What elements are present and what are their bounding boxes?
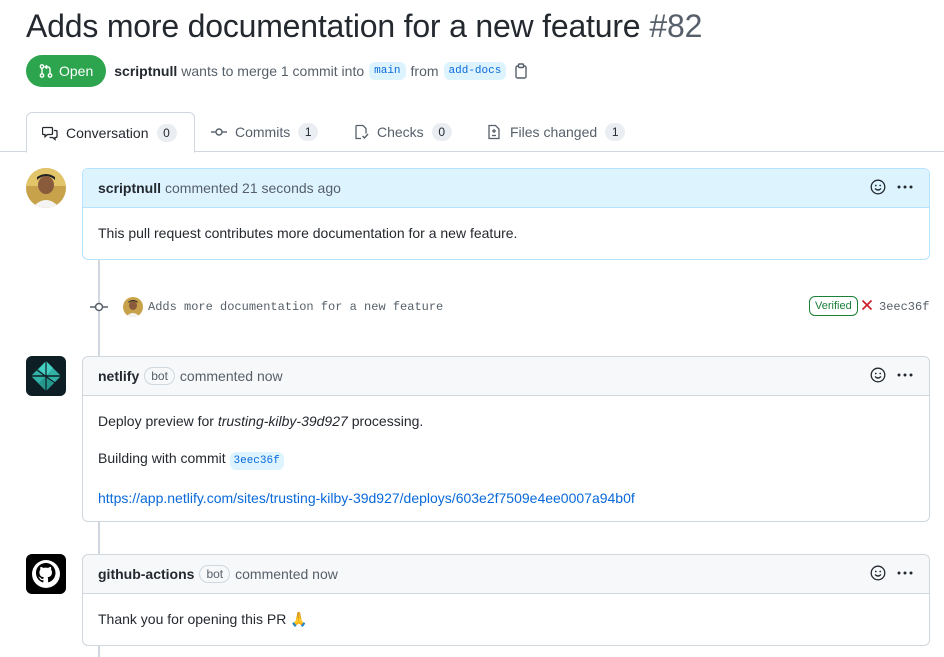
comment-body: Thank you for opening this PR 🙏 — [83, 594, 929, 644]
tab-checks[interactable]: Checks 0 — [353, 112, 452, 152]
comment-meta[interactable]: commented 21 seconds ago — [165, 180, 341, 196]
commit-sha[interactable]: 3eec36f — [879, 300, 929, 314]
comment-author[interactable]: github-actions — [98, 566, 194, 582]
tab-count: 1 — [605, 123, 626, 141]
comment-header: scriptnull commented 21 seconds ago — [83, 169, 929, 208]
commit-sha-code[interactable]: 3eec36f — [229, 452, 284, 470]
commit-message[interactable]: Adds more documentation for a new featur… — [148, 300, 443, 314]
text: Building with commit — [98, 450, 226, 466]
kebab-menu-icon[interactable] — [896, 179, 914, 195]
comment-body: This pull request contributes more docum… — [83, 208, 929, 258]
comment-meta[interactable]: commented now — [235, 566, 338, 582]
git-commit-icon — [211, 128, 227, 136]
pr-tabs: Conversation 0 Commits 1 Checks 0 Files … — [0, 112, 944, 153]
smiley-icon[interactable] — [870, 565, 886, 581]
comment: github-actions bot commented now Thank y… — [82, 554, 930, 646]
file-diff-icon — [488, 124, 500, 140]
text: processing. — [351, 413, 424, 429]
site-name: trusting-kilby-39d927 — [217, 413, 348, 429]
comment-text: Thank you for opening this PR 🙏 — [98, 611, 308, 627]
bot-label: bot — [144, 367, 175, 385]
comment-discussion-icon — [42, 126, 58, 141]
tab-label: Files changed — [510, 124, 598, 140]
github-actions-avatar[interactable] — [26, 554, 66, 594]
comment-author[interactable]: netlify — [98, 368, 139, 384]
comment-text: This pull request contributes more docum… — [98, 225, 518, 241]
tab-conversation[interactable]: Conversation 0 — [26, 112, 195, 153]
pr-title-text: Adds more documentation for a new featur… — [26, 8, 641, 44]
kebab-menu-icon[interactable] — [896, 565, 914, 581]
tab-label: Conversation — [66, 124, 149, 141]
tab-label: Commits — [235, 124, 291, 140]
verified-badge[interactable]: Verified — [809, 296, 858, 316]
pr-title: Adds more documentation for a new featur… — [26, 8, 702, 45]
commit-author-avatar[interactable] — [123, 297, 143, 317]
comment-header: netlify bot commented now — [83, 357, 929, 396]
pr-state-badge: Open — [26, 55, 107, 87]
tab-commits[interactable]: Commits 1 — [211, 112, 319, 152]
comment-author[interactable]: scriptnull — [98, 180, 161, 196]
base-branch[interactable]: main — [369, 62, 406, 80]
netlify-avatar[interactable] — [26, 356, 66, 396]
git-pull-request-icon — [39, 64, 53, 78]
tab-count: 1 — [298, 123, 319, 141]
tab-files-changed[interactable]: Files changed 1 — [486, 112, 626, 152]
pr-author-link[interactable]: scriptnull — [114, 63, 177, 79]
tab-label: Checks — [377, 124, 424, 140]
text: Deploy preview for — [98, 413, 214, 429]
bot-label: bot — [199, 565, 231, 583]
comment-header: github-actions bot commented now — [83, 555, 929, 594]
deploy-preview-line: Deploy preview for trusting-kilby-39d927… — [98, 411, 914, 431]
head-branch[interactable]: add-docs — [443, 62, 507, 80]
comment: netlify bot commented now Deploy preview… — [82, 356, 930, 522]
kebab-menu-icon[interactable] — [896, 367, 914, 383]
smiley-icon[interactable] — [870, 179, 886, 195]
avatar[interactable] — [26, 168, 66, 208]
from-text: from — [410, 63, 439, 79]
comment-body: Deploy preview for trusting-kilby-39d927… — [83, 396, 929, 523]
checklist-icon — [355, 124, 369, 140]
comment: scriptnull commented 21 seconds ago This… — [82, 168, 930, 260]
pr-state-label: Open — [59, 63, 94, 79]
x-icon[interactable] — [861, 299, 873, 311]
git-commit-icon — [90, 302, 108, 312]
commit-event: Adds more documentation for a new featur… — [90, 296, 930, 318]
deploy-link[interactable]: https://app.netlify.com/sites/trusting-k… — [98, 490, 635, 506]
pr-meta: Open scriptnull wants to merge 1 commit … — [26, 55, 528, 87]
merge-text: wants to merge 1 commit into — [181, 63, 365, 79]
smiley-icon[interactable] — [870, 367, 886, 383]
building-line: Building with commit 3eec36f — [98, 448, 914, 471]
copy-icon[interactable] — [514, 63, 528, 79]
comment-meta[interactable]: commented now — [180, 368, 283, 384]
pr-number: #82 — [649, 8, 703, 44]
tab-count: 0 — [156, 123, 177, 142]
tab-count: 0 — [431, 123, 452, 141]
